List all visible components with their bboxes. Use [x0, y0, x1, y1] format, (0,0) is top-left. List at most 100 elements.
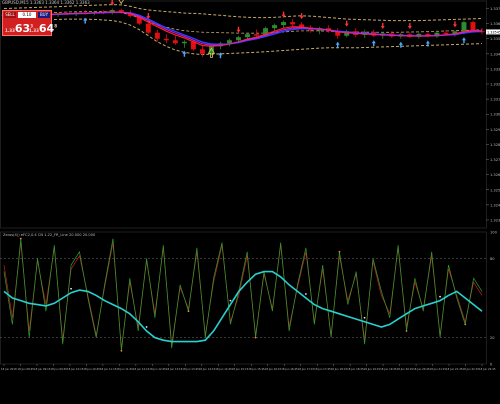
price-axis-label: 1.33700: [490, 7, 500, 11]
upper-envelope-line: [3, 4, 483, 22]
oscillator-axis-label: 20: [490, 336, 495, 340]
candle-body: [208, 46, 214, 54]
time-axis-label: 18 Jun 15:15: [232, 367, 249, 371]
symbol-header: GBPUSD,M15 1.3363 1.3364 1.3362 1.3363: [2, 0, 90, 5]
oscillator-axis-label: 0: [490, 363, 493, 367]
oscillator-signal-dot: [464, 323, 467, 326]
candle-body: [172, 40, 178, 44]
price-axis-label: 1.33200: [490, 83, 500, 87]
time-axis-label: 18 Jun 21:15: [430, 367, 447, 371]
price-axis-label: 1.32300: [490, 218, 500, 222]
oscillator-signal-dot: [254, 336, 257, 339]
candle-body: [154, 32, 160, 39]
price-axis-label: 1.32600: [490, 173, 500, 177]
sell-button[interactable]: SELL: [4, 12, 16, 18]
oscillator-signal-dot: [229, 299, 232, 302]
oscillator-panel-frame: [0, 231, 487, 365]
time-axis-label: 18 Jun 12:15: [133, 367, 150, 371]
oscillator-header: Zeros(4)) eFC2,0.4 CN 1.22_FR_Line 20.00…: [3, 233, 96, 237]
ask-price[interactable]: 1.33648: [29, 22, 57, 35]
time-axis-label: 18 Jun 17:15: [298, 367, 315, 371]
candle-body: [181, 41, 187, 44]
time-axis-label: 18 Jun 15:45: [248, 367, 265, 371]
time-axis-label: 18 Jun 11:45: [116, 367, 133, 371]
price-axis-label: 1.32400: [490, 203, 500, 207]
slow-moving-average-line: [3, 11, 483, 46]
time-axis-label: 18 Jun 21:45: [446, 367, 463, 371]
time-axis-label: 18 Jun 13:15: [166, 367, 183, 371]
time-axis-label: 18 Jun 16:15: [265, 367, 282, 371]
lot-size-input[interactable]: 0.10: [18, 12, 36, 18]
candle-body: [272, 25, 278, 29]
oscillator-signal-dot: [19, 237, 22, 240]
price-axis-label: 1.32500: [490, 188, 500, 192]
time-axis-label: 18 Jun 10:15: [67, 367, 84, 371]
time-axis-label: 18 Jun 19:15: [364, 367, 381, 371]
candle-body: [245, 34, 250, 38]
time-axis-label: 18 Jun 18:15: [331, 367, 348, 371]
time-axis-label: 18 Jun 12:45: [149, 367, 166, 371]
oscillator-signal-dot: [405, 330, 408, 332]
oscillator-signal-dot: [304, 293, 307, 295]
price-panel: [0, 0, 487, 229]
one-click-trading-panel[interactable]: SELL 0.10 BUY 1.33633 1.33648: [2, 10, 57, 36]
buy-arrow-icon: [83, 17, 88, 24]
candle-body: [199, 49, 205, 54]
time-axis-label: 18 Jun 14:45: [215, 367, 232, 371]
price-axis-label: 1.32900: [490, 128, 500, 132]
oscillator-signal-dot: [338, 250, 341, 253]
oscillator-axis-label: 80: [490, 257, 495, 261]
sell-arrow-icon: [344, 20, 349, 27]
axes: 1.337001.336001.335001.334001.333001.332…: [1, 7, 500, 371]
time-axis-label: 18 Jun 22:45: [479, 367, 496, 371]
price-axis-label: 1.33400: [490, 52, 500, 56]
middle-envelope-line: [3, 11, 483, 34]
sell-arrow-icon: [299, 13, 304, 20]
time-axis-label: 18 Jun 09:45: [50, 367, 67, 371]
buy-arrow-icon: [398, 41, 403, 48]
oscillator-signal-dot: [70, 287, 72, 290]
price-axis-label: 1.33500: [490, 37, 500, 41]
oscillator-signal-dot: [439, 295, 441, 298]
oscillator-signal-dot: [187, 310, 190, 313]
bid-prefix: 1.33: [5, 28, 15, 33]
oscillator-signal-dot: [145, 326, 148, 328]
oscillator-signal-dot: [120, 349, 123, 352]
chart-svg: Zeros(4)) eFC2,0.4 CN 1.22_FR_Line 20.00…: [0, 0, 500, 371]
candle-body: [461, 22, 467, 32]
candle-body: [290, 22, 296, 25]
oscillator-green-line: [3, 238, 483, 351]
time-axis-label: 18 Jun 09:15: [34, 367, 51, 371]
price-axis-label: 1.33300: [490, 67, 500, 71]
candle-body: [226, 40, 232, 44]
buy-arrow-icon: [371, 40, 376, 47]
time-axis-label: 18 Jun 19:45: [380, 367, 397, 371]
sell-arrow-icon: [380, 22, 385, 29]
candle-body: [254, 34, 260, 36]
oscillator-axis-label: 100: [490, 231, 498, 235]
time-axis-label: 18 Jun 22:15: [463, 367, 480, 371]
time-axis-label: 18 Jun 13:45: [182, 367, 199, 371]
chart-area[interactable]: Zeros(4)) eFC2,0.4 CN 1.22_FR_Line 20.00…: [0, 0, 500, 400]
time-axis-label: 18 Jun 14:15: [199, 367, 216, 371]
time-axis-label: 18 Jun 08:45: [17, 367, 34, 371]
oscillator-red-line: [3, 242, 483, 349]
candle-body: [163, 38, 169, 41]
time-axis-label: 18 Jun 20:15: [397, 367, 414, 371]
ask-sup: 8: [54, 23, 57, 29]
sell-arrow-icon: [236, 26, 241, 33]
buy-arrow-icon: [335, 41, 340, 48]
buy-arrow-icon: [461, 37, 466, 44]
price-axis-label: 1.33600: [490, 22, 500, 26]
price-axis-label: 1.33000: [490, 113, 500, 117]
time-axis-label: 18 Jun 16:45: [281, 367, 298, 371]
price-axis-label: 1.32800: [490, 143, 500, 147]
time-axis-label: 18 Jun 20:45: [413, 367, 430, 371]
time-axis-label: 18 Jun 17:45: [314, 367, 331, 371]
ask-big: 64: [38, 22, 55, 35]
time-axis-label: 18 Jun 10:45: [83, 367, 100, 371]
buy-button[interactable]: BUY: [38, 12, 50, 18]
sell-arrow-icon: [407, 22, 412, 29]
candle-body: [236, 37, 241, 41]
price-axis-label: 1.32700: [490, 158, 500, 162]
